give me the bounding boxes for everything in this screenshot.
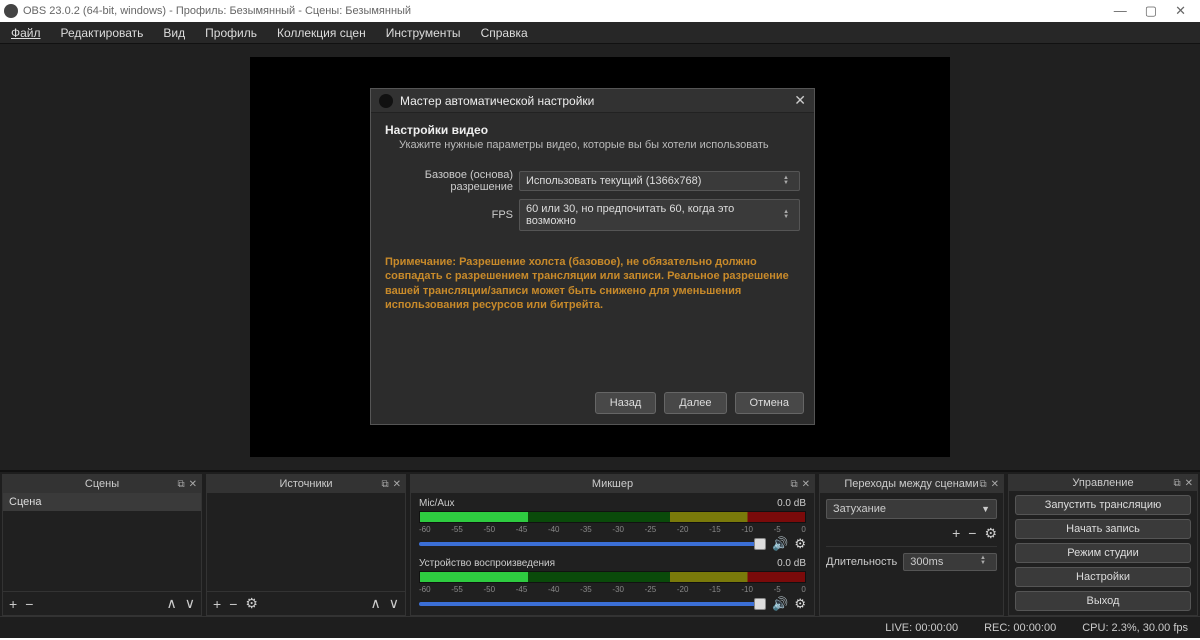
remove-transition-button[interactable]: − [968, 525, 976, 542]
modal-close-button[interactable]: ✕ [794, 92, 806, 109]
modal-heading: Настройки видео [385, 123, 800, 137]
menu-file[interactable]: Файл [6, 24, 46, 42]
base-resolution-select[interactable]: Использовать текущий (1366x768) ▲▼ [519, 171, 800, 191]
panel-title: Сцены [85, 478, 119, 490]
dock-panels: Сцены ⧉ ✕ Сцена + − ∧ ∨ Источники ⧉ ✕ + − … [0, 472, 1200, 616]
audio-meter [419, 571, 806, 583]
obs-logo-icon [379, 94, 393, 108]
audio-meter [419, 511, 806, 523]
panel-close-icon[interactable]: ✕ [393, 479, 401, 490]
fps-select[interactable]: 60 или 30, но предпочитать 60, когда это… [519, 199, 800, 231]
meter-ticks: -60-55-50-45-40-35-30-25-20-15-10-50 [419, 585, 806, 594]
controls-panel: Управление ⧉ ✕ Запустить трансляцию Начат… [1008, 474, 1198, 616]
menu-tools[interactable]: Инструменты [381, 24, 466, 42]
transitions-panel: Переходы между сценами ⧉✕ Затухание ▼ + … [819, 474, 1004, 616]
remove-scene-button[interactable]: − [25, 596, 33, 612]
status-cpu: CPU: 2.3%, 30.00 fps [1082, 622, 1188, 634]
move-up-button[interactable]: ∧ [167, 595, 177, 612]
transition-settings-button[interactable]: ⚙ [984, 525, 997, 542]
settings-button[interactable]: Настройки [1015, 567, 1191, 587]
menu-scene-collection[interactable]: Коллекция сцен [272, 24, 371, 42]
volume-slider[interactable] [419, 542, 766, 546]
menu-help[interactable]: Справка [476, 24, 533, 42]
menu-edit[interactable]: Редактировать [56, 24, 149, 42]
undock-icon[interactable]: ⧉ [177, 479, 184, 490]
maximize-button[interactable]: ▢ [1145, 3, 1157, 19]
auto-config-wizard: Мастер автоматической настройки ✕ Настро… [370, 88, 815, 425]
sources-panel: Источники ⧉ ✕ + − ⚙ ∧ ∨ [206, 474, 406, 616]
panel-title: Переходы между сценами [844, 478, 978, 490]
panel-close-icon[interactable]: ✕ [802, 479, 810, 490]
modal-title: Мастер автоматической настройки [400, 94, 794, 108]
speaker-icon[interactable]: 🔊 [772, 536, 788, 552]
status-live: LIVE: 00:00:00 [885, 622, 958, 634]
scene-item[interactable]: Сцена [3, 493, 201, 511]
undock-icon[interactable]: ⧉ [1173, 478, 1180, 489]
mixer-track: Устройство воспроизведения0.0 dB -60-55-… [411, 555, 814, 615]
next-button[interactable]: Далее [664, 392, 726, 414]
cancel-button[interactable]: Отмена [735, 392, 804, 414]
move-down-button[interactable]: ∨ [389, 595, 399, 612]
duration-label: Длительность [826, 556, 897, 568]
meter-ticks: -60-55-50-45-40-35-30-25-20-15-10-50 [419, 525, 806, 534]
mixer-panel: Микшер ⧉ ✕ Mic/Aux0.0 dB -60-55-50-45-40-… [410, 474, 815, 616]
move-down-button[interactable]: ∨ [185, 595, 195, 612]
gear-icon[interactable]: ⚙ [794, 596, 806, 612]
base-resolution-label: Базовое (основа) разрешение [385, 169, 519, 193]
close-button[interactable]: ✕ [1175, 3, 1186, 19]
menu-profile[interactable]: Профиль [200, 24, 262, 42]
panel-title: Источники [279, 478, 332, 490]
panel-close-icon[interactable]: ✕ [1185, 478, 1193, 489]
menubar: Файл Редактировать Вид Профиль Коллекция… [0, 22, 1200, 44]
studio-mode-button[interactable]: Режим студии [1015, 543, 1191, 563]
stepper-icon: ▲▼ [783, 210, 793, 220]
titlebar: OBS 23.0.2 (64-bit, windows) - Профиль: … [0, 0, 1200, 22]
panel-title: Микшер [592, 478, 633, 490]
gear-icon[interactable]: ⚙ [794, 536, 806, 552]
modal-note: Примечание: Разрешение холста (базовое),… [385, 255, 800, 312]
start-stream-button[interactable]: Запустить трансляцию [1015, 495, 1191, 515]
panel-title: Управление [1072, 477, 1133, 489]
menu-view[interactable]: Вид [158, 24, 190, 42]
scenes-panel: Сцены ⧉ ✕ Сцена + − ∧ ∨ [2, 474, 202, 616]
panel-close-icon[interactable]: ✕ [991, 479, 999, 490]
fps-label: FPS [385, 209, 519, 221]
statusbar: LIVE: 00:00:00 REC: 00:00:00 CPU: 2.3%, … [0, 616, 1200, 638]
duration-input[interactable]: 300ms ▲▼ [903, 553, 997, 571]
mixer-track: Mic/Aux0.0 dB -60-55-50-45-40-35-30-25-2… [411, 495, 814, 555]
minimize-button[interactable]: — [1114, 3, 1127, 19]
window-title: OBS 23.0.2 (64-bit, windows) - Профиль: … [23, 5, 1114, 17]
chevron-down-icon: ▼ [981, 504, 990, 514]
source-settings-button[interactable]: ⚙ [245, 595, 258, 612]
exit-button[interactable]: Выход [1015, 591, 1191, 611]
undock-icon[interactable]: ⧉ [979, 479, 986, 490]
stepper-icon: ▲▼ [980, 556, 990, 568]
obs-logo-icon [4, 4, 18, 18]
start-record-button[interactable]: Начать запись [1015, 519, 1191, 539]
move-up-button[interactable]: ∧ [371, 595, 381, 612]
stepper-icon: ▲▼ [783, 176, 793, 186]
undock-icon[interactable]: ⧉ [381, 479, 388, 490]
remove-source-button[interactable]: − [229, 596, 237, 612]
speaker-icon[interactable]: 🔊 [772, 596, 788, 612]
undock-icon[interactable]: ⧉ [790, 479, 797, 490]
modal-subheading: Укажите нужные параметры видео, которые … [385, 139, 800, 151]
panel-close-icon[interactable]: ✕ [189, 479, 197, 490]
volume-slider[interactable] [419, 602, 766, 606]
add-scene-button[interactable]: + [9, 596, 17, 612]
status-rec: REC: 00:00:00 [984, 622, 1056, 634]
transition-select[interactable]: Затухание ▼ [826, 499, 997, 519]
add-transition-button[interactable]: + [952, 525, 960, 542]
add-source-button[interactable]: + [213, 596, 221, 612]
back-button[interactable]: Назад [595, 392, 657, 414]
